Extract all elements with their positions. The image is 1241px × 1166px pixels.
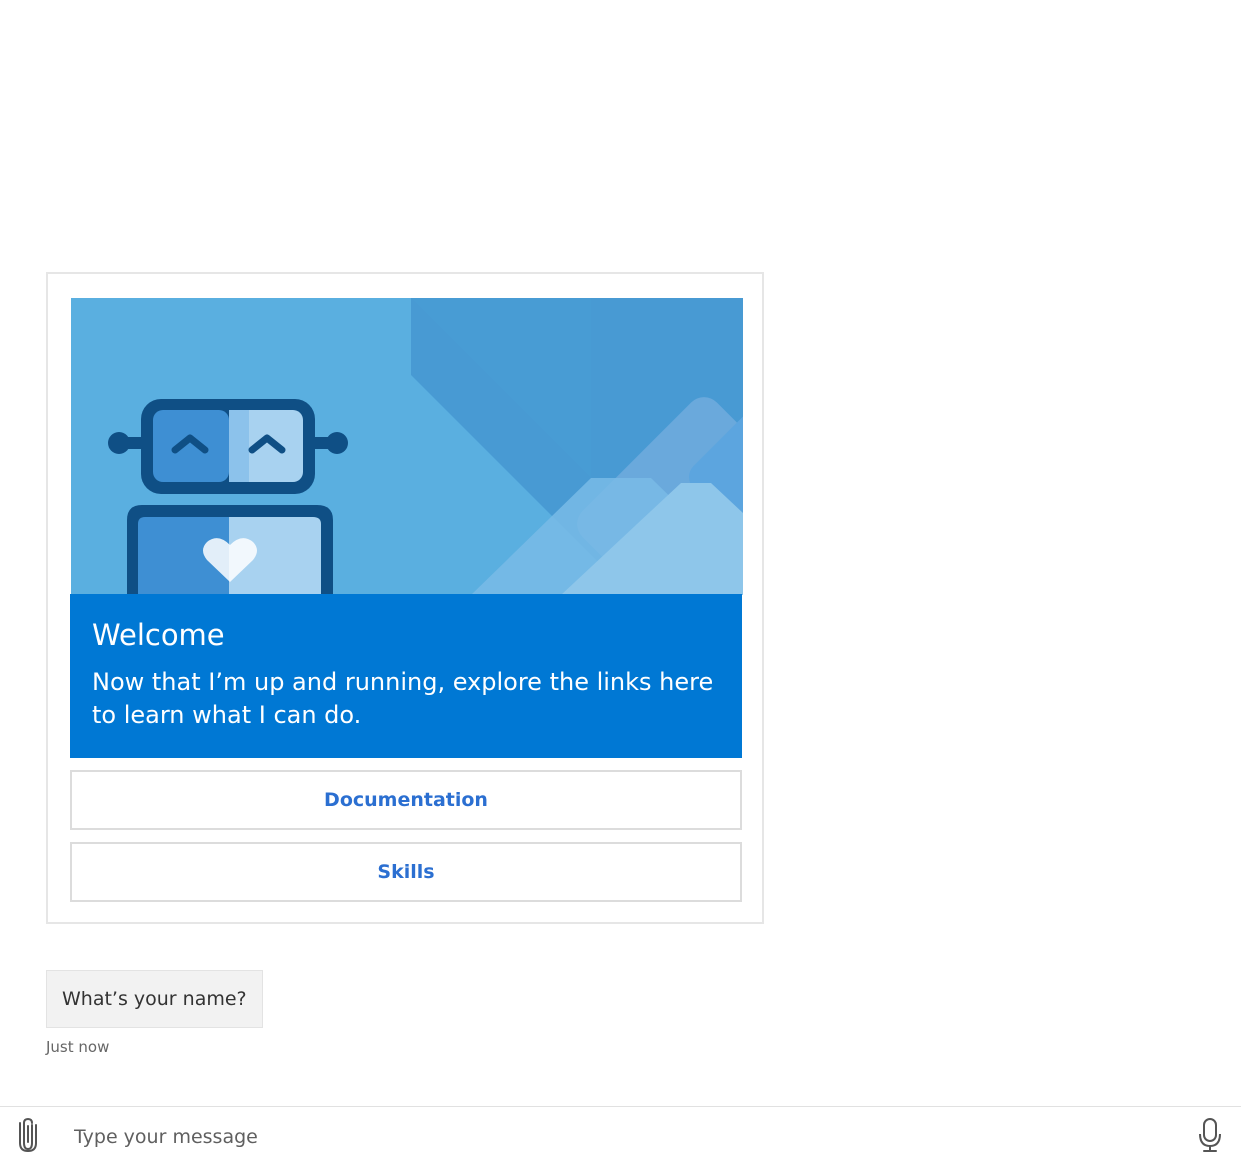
skills-button[interactable]: Skills [70,842,742,902]
welcome-banner: Welcome Now that I’m up and running, exp… [70,594,742,758]
bot-message-text: What’s your name? [62,988,247,1010]
documentation-button[interactable]: Documentation [70,770,742,830]
bot-message-bubble: What’s your name? [46,970,263,1028]
upload-button[interactable] [10,1117,48,1155]
send-box [0,1106,1241,1166]
transcript: Welcome Now that I’m up and running, exp… [0,0,1241,1106]
paperclip-icon [19,1116,39,1156]
bot-hero-image [71,298,743,595]
card-text: Now that I’m up and running, explore the… [92,668,714,729]
welcome-card: Welcome Now that I’m up and running, exp… [46,272,764,924]
microphone-button[interactable] [1190,1117,1230,1157]
card-title: Welcome [92,618,225,652]
microphone-icon [1197,1117,1223,1157]
message-timestamp: Just now [46,1038,110,1056]
message-input[interactable] [72,1119,1174,1155]
